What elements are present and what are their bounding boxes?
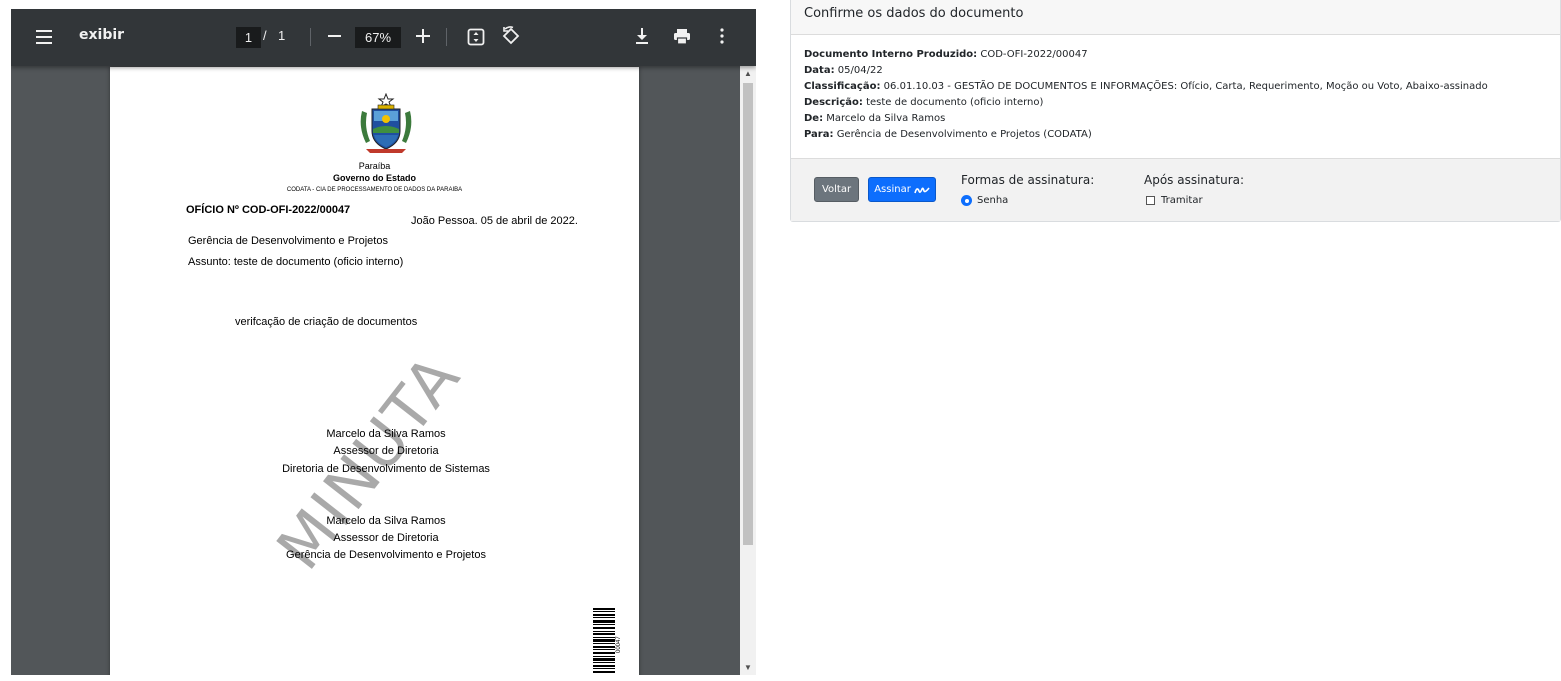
viewer-scrollbar[interactable]: ▲ ▼: [740, 66, 756, 675]
menu-icon[interactable]: [33, 26, 55, 48]
print-icon[interactable]: [671, 25, 693, 47]
page-separator: /: [263, 28, 267, 43]
minuta-watermark: MINUTA: [262, 340, 475, 583]
state-name: Paraíba: [358, 161, 391, 171]
detail-from: De: Marcelo da Silva Ramos: [804, 113, 946, 124]
document-title: exibir: [79, 27, 125, 43]
password-radio-label: Senha: [977, 195, 1009, 206]
document-details: Documento Interno Produzido: COD-OFI-202…: [791, 35, 1560, 159]
sign-button-label: Assinar: [874, 184, 911, 195]
download-icon[interactable]: [631, 25, 653, 47]
more-options-icon[interactable]: [711, 25, 733, 47]
password-radio[interactable]: Senha: [961, 195, 1008, 206]
scroll-thumb[interactable]: [743, 83, 753, 545]
oficio-number: OFÍCIO Nº COD-OFI-2022/00047: [186, 204, 351, 216]
confirm-panel: Confirme os dados do documento Documento…: [790, 0, 1561, 222]
pdf-toolbar: exibir 1 / 1 67%: [11, 9, 756, 66]
signature1-department: Diretoria de Desenvolvimento de Sistemas: [282, 463, 490, 475]
subject: Assunto: teste de documento (oficio inte…: [188, 256, 404, 268]
barcode: [593, 608, 615, 673]
detail-document: Documento Interno Produzido: COD-OFI-202…: [804, 49, 1088, 60]
scroll-down-arrow-icon[interactable]: ▼: [744, 663, 752, 672]
detail-to: Para: Gerência de Desenvolvimento e Proj…: [804, 129, 1092, 140]
toolbar-divider: [446, 28, 447, 46]
zoom-out-icon[interactable]: [323, 25, 345, 47]
signature2-department: Gerência de Desenvolvimento e Projetos: [286, 549, 486, 561]
signature2-role: Assessor de Diretoria: [333, 532, 439, 544]
signature-icon: [914, 186, 930, 193]
pdf-page: Paraíba Governo do Estado CODATA - CIA D…: [110, 67, 639, 675]
signature2-name: Marcelo da Silva Ramos: [326, 515, 446, 527]
coat-of-arms-logo: [360, 93, 412, 153]
back-button[interactable]: Voltar: [814, 177, 859, 202]
detail-classification: Classificação: 06.01.10.03 - GESTÃO DE D…: [804, 81, 1488, 92]
forward-checkbox[interactable]: Tramitar: [1146, 195, 1203, 206]
radio-selected-icon[interactable]: [961, 195, 972, 206]
toolbar-divider: [310, 28, 311, 46]
checkbox-unchecked-icon[interactable]: [1146, 196, 1155, 205]
document-body: verifcação de criação de documentos: [235, 316, 418, 328]
page-total: 1: [278, 28, 286, 43]
pdf-viewer: exibir 1 / 1 67% Paraíba Governo do Esta…: [11, 9, 756, 675]
organization-name: CODATA - CIA DE PROCESSAMENTO DE DADOS D…: [286, 187, 463, 193]
panel-footer: Voltar Assinar Formas de assinatura: Sen…: [791, 158, 1560, 221]
signature1-role: Assessor de Diretoria: [333, 445, 439, 457]
recipient: Gerência de Desenvolvimento e Projetos: [188, 235, 388, 247]
after-sign-label: Após assinatura:: [1144, 173, 1245, 187]
barcode-number: 00047: [616, 636, 622, 653]
detail-description: Descrição: teste de documento (oficio in…: [804, 97, 1044, 108]
signature1-name: Marcelo da Silva Ramos: [326, 428, 446, 440]
signature-forms-label: Formas de assinatura:: [961, 173, 1095, 187]
rotate-icon[interactable]: [500, 25, 522, 47]
government-name: Governo do Estado: [332, 173, 416, 183]
oficio-date: João Pessoa. 05 de abril de 2022.: [411, 215, 578, 227]
zoom-in-icon[interactable]: [412, 25, 434, 47]
forward-checkbox-label: Tramitar: [1161, 195, 1203, 206]
sign-button[interactable]: Assinar: [868, 177, 936, 202]
scroll-up-arrow-icon[interactable]: ▲: [744, 69, 752, 78]
zoom-level-input[interactable]: 67%: [355, 27, 401, 48]
panel-header: Confirme os dados do documento: [791, 0, 1560, 35]
fit-page-icon[interactable]: [465, 26, 487, 48]
detail-date: Data: 05/04/22: [804, 65, 883, 76]
page-number-input[interactable]: 1: [236, 27, 261, 48]
